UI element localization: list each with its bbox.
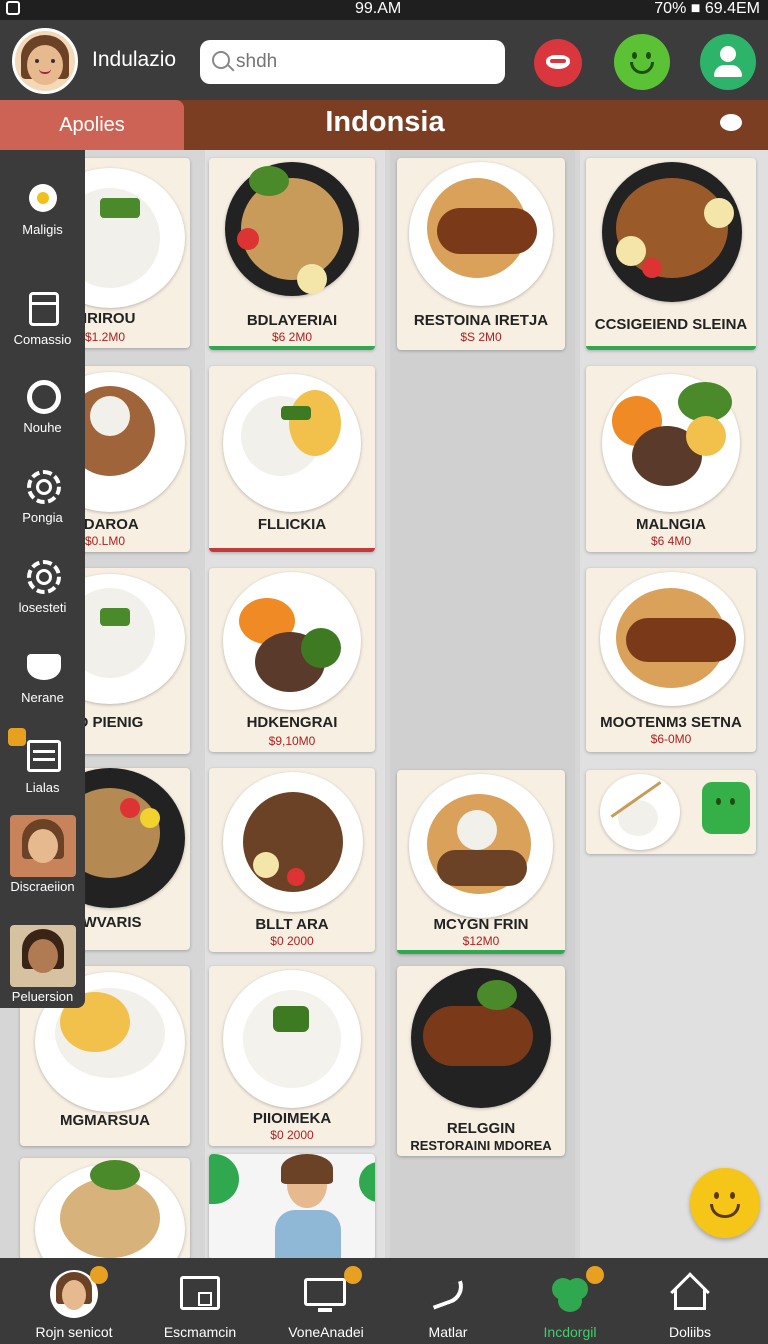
food-card[interactable]: MCYGN FRIN $12M0 [397, 770, 565, 954]
tab-apolies[interactable]: Apolies [0, 100, 184, 150]
promo-card[interactable] [209, 1154, 375, 1260]
card-title: MALNGIA [636, 516, 706, 533]
folder-icon [176, 1270, 224, 1318]
bottom-nav: Rojn senicot Escmamcin VoneAnadei Matlar [0, 1258, 768, 1344]
ring-icon [25, 378, 61, 414]
search-input[interactable] [236, 49, 486, 75]
card-title: MGMARSUA [60, 1112, 150, 1129]
card-price: $6-0M0 [650, 732, 692, 746]
card-title: PIIOIMEKA [252, 1110, 332, 1127]
food-card[interactable]: FLLICKIA [209, 366, 375, 552]
gear-icon [25, 558, 61, 594]
sidebar-item-losesteti[interactable]: losesteti [0, 558, 85, 615]
card-title: MOOTENM3 SETNA [600, 714, 742, 731]
sidebar: Maligis Comassio Nouhe Pongia losesteti … [0, 150, 85, 1008]
food-card[interactable]: RESTOINA IRETJA $S 2M0 [397, 158, 565, 350]
sidebar-item-discraeiion[interactable]: Discraeiion [0, 815, 85, 894]
avatar [9, 925, 76, 987]
sidebar-item-maligis[interactable]: Maligis [0, 180, 85, 237]
card-price: $0 2000 [270, 934, 314, 948]
food-card[interactable] [20, 1158, 190, 1260]
card-title: RELGGIN [446, 1120, 516, 1137]
card-title: BDLAYERIAI [246, 312, 338, 329]
nav-escmamcin[interactable]: Escmamcin [140, 1258, 260, 1344]
lips-button[interactable] [534, 39, 582, 87]
sidebar-item-pongia[interactable]: Pongia [0, 468, 85, 525]
card-price: $0 2000 [270, 1128, 314, 1142]
card-price: $S 2M0 [460, 330, 502, 344]
notification-badge [586, 1266, 604, 1284]
card-title: CCSIGEIEND SLEINA [594, 316, 748, 333]
gear-icon [25, 468, 61, 504]
card-title: MCYGN FRIN [433, 916, 529, 933]
food-card[interactable]: CCSIGEIEND SLEINA [586, 158, 756, 350]
tab-bar: Apolies Indonsia [0, 100, 768, 150]
sidebar-item-peluersion[interactable]: Peluersion [0, 925, 85, 1004]
card-price: $9,10M0 [268, 734, 316, 748]
page-title: Indonsia [325, 106, 445, 138]
card-title: HDKENGRAI [246, 714, 338, 731]
nav-voneanadei[interactable]: VoneAnadei [266, 1258, 386, 1344]
card-title: FLLICKIA [257, 516, 327, 533]
food-card[interactable]: MALNGIA $6 4M0 [586, 366, 756, 552]
food-grid: MRIROU $1.2M0 MDAROA $0.LM0 ND PIENIG VI… [0, 150, 768, 1260]
card-price: $6 4M0 [650, 534, 692, 548]
avatar [9, 815, 76, 877]
search-icon [212, 51, 230, 69]
notification-badge [90, 1266, 108, 1284]
status-right: 70% ■ 69.4EM [654, 0, 760, 17]
document-icon [25, 290, 61, 326]
profile-button[interactable] [700, 34, 756, 90]
nav-doliibs[interactable]: Doliibs [630, 1258, 750, 1344]
emoji-fab-button[interactable] [690, 1168, 760, 1238]
nav-matlar[interactable]: Matlar [388, 1258, 508, 1344]
app-root: 99.AM 70% ■ 69.4EM Indulazio shdh Apolie… [0, 0, 768, 1344]
card-title: BLLT ARA [255, 916, 329, 933]
food-card[interactable]: BLLT ARA $0 2000 [209, 768, 375, 952]
flower-icon [25, 180, 61, 216]
status-bar: 99.AM 70% ■ 69.4EM [0, 0, 768, 20]
card-title: RESTOINA IRETJA [413, 312, 549, 329]
shield-icon [25, 648, 61, 684]
sidebar-item-nouhe[interactable]: Nouhe [0, 378, 85, 435]
card-subtitle: RESTORAINI MDOREA [410, 1138, 552, 1153]
app-status-icon [6, 1, 20, 15]
notification-badge [344, 1266, 362, 1284]
food-card[interactable]: PIIOIMEKA $0 2000 [209, 966, 375, 1146]
search-box[interactable] [200, 40, 505, 84]
nav-incdorgil[interactable]: Incdorgil [510, 1258, 630, 1344]
chat-face-icon[interactable] [702, 782, 750, 834]
food-card[interactable] [586, 770, 756, 854]
food-card[interactable]: MOOTENM3 SETNA $6-0M0 [586, 568, 756, 752]
nav-profile[interactable]: Rojn senicot [14, 1258, 134, 1344]
food-card[interactable]: HDKENGRAI $9,10M0 [209, 568, 375, 752]
food-card[interactable]: RELGGIN RESTORAINI MDOREA [397, 966, 565, 1156]
username: Indulazio [92, 48, 177, 71]
chat-icon[interactable] [720, 114, 742, 131]
top-header: Indulazio [0, 20, 768, 100]
chat-bubble-icon [209, 1154, 239, 1204]
list-icon [25, 738, 61, 774]
sidebar-item-lialas[interactable]: Lialas [0, 728, 85, 795]
sidebar-item-comassio[interactable]: Comassio [0, 290, 85, 347]
user-avatar[interactable] [12, 28, 78, 94]
notification-badge [8, 728, 26, 746]
food-card[interactable]: BDLAYERIAI $6 2M0 [209, 158, 375, 350]
card-price: $12M0 [462, 934, 500, 948]
swoosh-icon [424, 1270, 472, 1318]
smiley-button[interactable] [614, 34, 670, 90]
home-icon [666, 1270, 714, 1318]
sidebar-item-nerane[interactable]: Nerane [0, 648, 85, 705]
monitor-icon [302, 1270, 350, 1318]
status-time: 99.AM [355, 0, 402, 17]
card-price: $6 2M0 [271, 330, 313, 344]
